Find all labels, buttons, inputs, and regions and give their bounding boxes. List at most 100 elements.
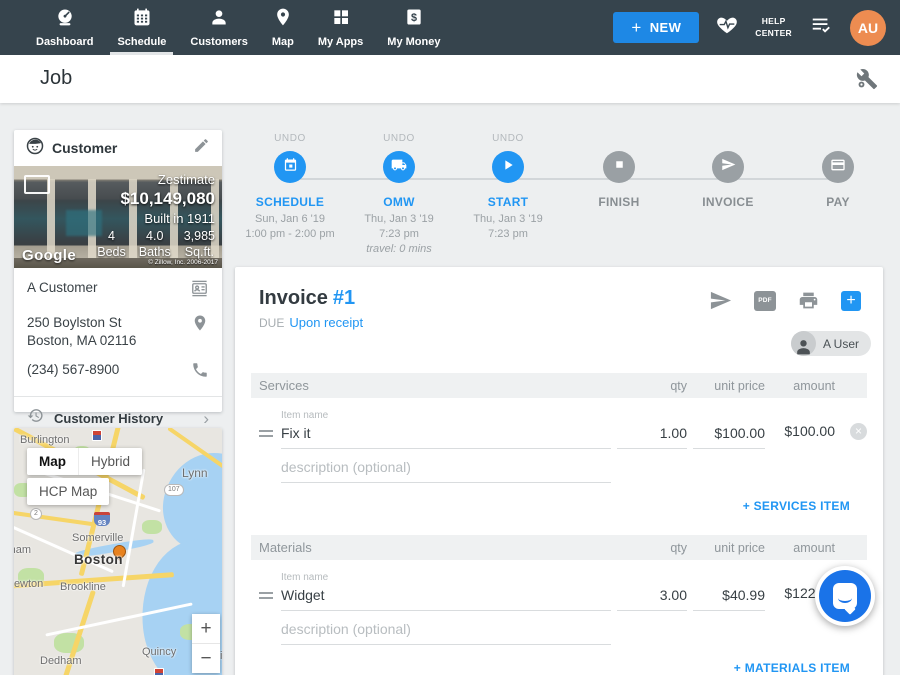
zoom-in-button[interactable]: + bbox=[192, 614, 220, 643]
step-label: OMW bbox=[339, 195, 459, 209]
nav-tab-dashboard[interactable]: Dashboard bbox=[24, 0, 105, 55]
material-item-name-input[interactable] bbox=[281, 587, 611, 611]
undo-placeholder bbox=[778, 133, 898, 146]
add-services-item-link[interactable]: + SERVICES ITEM bbox=[235, 499, 850, 513]
service-description-row bbox=[251, 459, 867, 483]
map-label-newton: Newton bbox=[14, 578, 43, 590]
job-settings-icon[interactable] bbox=[856, 68, 878, 95]
property-photo: Zestimate $10,149,080 Built in 1911 4Bed… bbox=[14, 166, 222, 268]
add-materials-item-link[interactable]: + MATERIALS ITEM bbox=[235, 661, 850, 675]
print-icon[interactable] bbox=[798, 290, 819, 311]
drag-handle[interactable] bbox=[251, 430, 275, 449]
help-center-link[interactable]: HELP CENTER bbox=[755, 16, 792, 38]
service-qty-input[interactable] bbox=[617, 425, 687, 449]
nav-tab-label: Schedule bbox=[117, 36, 166, 48]
nav-tab-map[interactable]: Map bbox=[260, 0, 306, 55]
due-terms-link[interactable]: Upon receipt bbox=[289, 315, 363, 330]
material-qty-input[interactable] bbox=[617, 587, 687, 611]
map-label-waltham: Waltham bbox=[14, 544, 31, 556]
start-step-button[interactable] bbox=[492, 151, 524, 183]
hcp-map-button[interactable]: HCP Map bbox=[27, 478, 109, 505]
plus-icon: + bbox=[631, 18, 641, 38]
phone-icon[interactable] bbox=[191, 361, 209, 384]
truck-icon bbox=[391, 157, 407, 178]
customer-name-row: A Customer bbox=[14, 268, 222, 303]
map-label-somerville: Somerville bbox=[72, 532, 123, 544]
user-avatar[interactable]: AU bbox=[850, 10, 886, 46]
materials-header-band: Materials qty unit price amount bbox=[251, 535, 867, 560]
customer-phone: (234) 567-8900 bbox=[27, 361, 119, 379]
drag-handle[interactable] bbox=[251, 592, 275, 611]
send-invoice-icon[interactable] bbox=[709, 289, 732, 312]
zoom-out-button[interactable]: − bbox=[192, 644, 220, 673]
stat-sqft: 3,985Sq.ft. bbox=[184, 229, 215, 260]
avatar-initials: AU bbox=[858, 20, 878, 36]
remove-item-button[interactable]: × bbox=[850, 423, 867, 440]
chat-icon bbox=[819, 570, 871, 622]
heart-pulse-icon[interactable] bbox=[715, 14, 739, 41]
omw-step-button[interactable] bbox=[383, 151, 415, 183]
map-zoom-control: + − bbox=[192, 614, 220, 673]
service-unit-price-input[interactable] bbox=[693, 425, 765, 449]
help-center-line2: CENTER bbox=[755, 28, 792, 39]
service-item-row: Item name $100.00 × bbox=[251, 410, 867, 449]
material-unit-price-input[interactable] bbox=[693, 587, 765, 611]
stat-baths: 4.0Baths bbox=[139, 229, 171, 260]
schedule-step-button[interactable] bbox=[274, 151, 306, 183]
contact-card-icon[interactable] bbox=[190, 279, 209, 303]
amount-column-header: amount bbox=[771, 379, 835, 393]
undo-start-button[interactable]: UNDO bbox=[448, 133, 568, 146]
material-description-input[interactable] bbox=[281, 621, 611, 645]
nav-tab-schedule[interactable]: Schedule bbox=[105, 0, 178, 55]
customers-icon bbox=[209, 7, 229, 32]
built-year: Built in 1911 bbox=[97, 211, 215, 226]
property-stats: 4Beds 4.0Baths 3,985Sq.ft. bbox=[97, 229, 215, 260]
services-header-band: Services qty unit price amount bbox=[251, 373, 867, 398]
map-label-lynn: Lynn bbox=[182, 466, 208, 480]
qty-column-header: qty bbox=[617, 541, 687, 555]
map-type-hybrid-button[interactable]: Hybrid bbox=[78, 448, 142, 475]
route-107-shield: 107 bbox=[164, 484, 184, 496]
nav-tab-my-money[interactable]: $ My Money bbox=[375, 0, 452, 55]
zillow-copyright: © Zillow, Inc. 2006-2017 bbox=[148, 259, 218, 266]
task-list-icon[interactable] bbox=[808, 14, 834, 41]
page-header-bar: Job bbox=[0, 55, 900, 103]
zestimate-label: Zestimate bbox=[97, 172, 215, 187]
navbar-right-cluster: + NEW HELP CENTER AU bbox=[613, 10, 900, 46]
edit-pencil-icon[interactable] bbox=[193, 137, 210, 159]
map-type-map-button[interactable]: Map bbox=[27, 448, 78, 475]
pay-step-button[interactable] bbox=[822, 151, 854, 183]
undo-placeholder bbox=[559, 133, 679, 146]
material-item-row: Item name $122.97 × bbox=[251, 572, 867, 611]
map-label-brookline: Brookline bbox=[60, 581, 106, 593]
street-view-frame-icon bbox=[24, 175, 50, 194]
undo-omw-button[interactable]: UNDO bbox=[339, 133, 459, 146]
add-invoice-button[interactable]: + bbox=[841, 291, 861, 311]
finish-step-button[interactable] bbox=[603, 151, 635, 183]
map-pin-icon bbox=[273, 7, 293, 32]
service-description-input[interactable] bbox=[281, 459, 611, 483]
map-card: 107 2 93 Burlington Lynn Somerville Walt… bbox=[14, 428, 222, 675]
nav-tab-label: Customers bbox=[190, 36, 247, 48]
top-navbar: Dashboard Schedule Customers Map My Apps… bbox=[0, 0, 900, 55]
step-dates: Sun, Jan 6 '191:00 pm - 2:00 pm bbox=[230, 212, 350, 242]
stat-beds: 4Beds bbox=[97, 229, 126, 260]
invoice-title: Invoice#1 bbox=[259, 287, 355, 310]
assigned-user-chip[interactable]: A User bbox=[791, 331, 871, 356]
nav-tab-customers[interactable]: Customers bbox=[178, 0, 259, 55]
invoice-header: Invoice#1 DUEUpon receipt PDF + A User bbox=[235, 267, 883, 373]
customer-history-label: Customer History bbox=[54, 411, 193, 426]
nav-tab-my-apps[interactable]: My Apps bbox=[306, 0, 375, 55]
invoice-step-button[interactable] bbox=[712, 151, 744, 183]
service-item-name-input[interactable] bbox=[281, 425, 611, 449]
chat-launcher-button[interactable] bbox=[815, 566, 875, 626]
location-pin-icon[interactable] bbox=[191, 314, 209, 337]
history-icon bbox=[27, 407, 44, 429]
materials-section-title: Materials bbox=[251, 540, 611, 555]
unit-price-column-header: unit price bbox=[693, 541, 765, 555]
zestimate-value: $10,149,080 bbox=[97, 189, 215, 209]
pdf-icon[interactable]: PDF bbox=[754, 291, 776, 311]
chevron-right-icon: › bbox=[203, 410, 209, 427]
new-button[interactable]: + NEW bbox=[613, 12, 699, 43]
undo-schedule-button[interactable]: UNDO bbox=[230, 133, 350, 146]
